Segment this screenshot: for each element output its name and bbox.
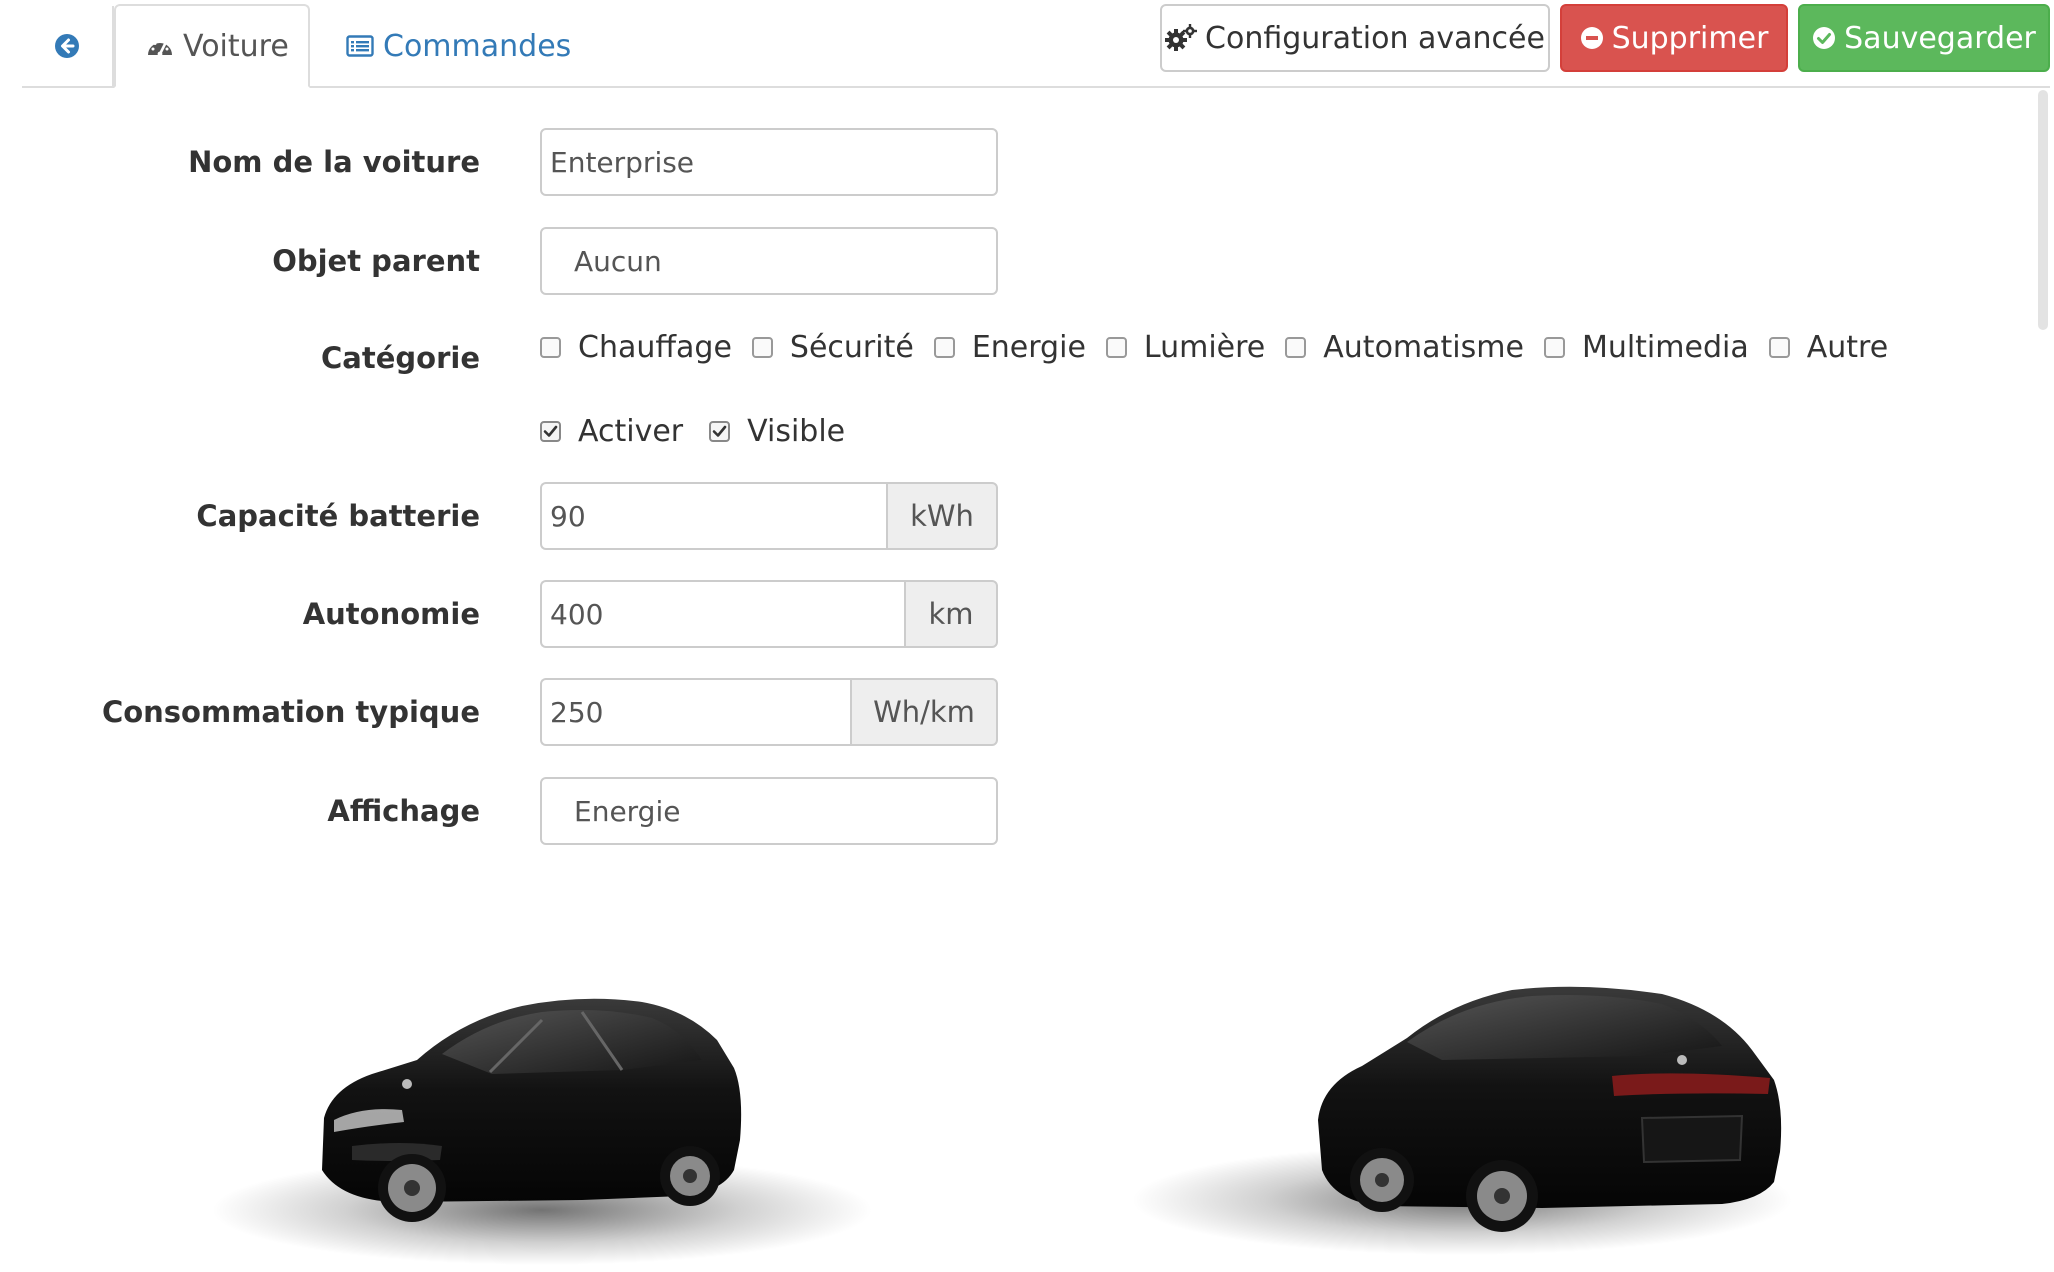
checkbox-box[interactable] bbox=[933, 337, 955, 358]
display-select[interactable]: Energie bbox=[540, 777, 998, 845]
parent-object-select[interactable]: Aucun bbox=[540, 227, 998, 295]
category-autre-checkbox[interactable]: Autre bbox=[1768, 330, 1889, 365]
tabs-underline bbox=[22, 86, 2050, 88]
category-energie-checkbox[interactable]: Energie bbox=[933, 330, 1086, 365]
consumption-label: Consommation typique bbox=[101, 695, 480, 729]
checkbox-box[interactable] bbox=[1768, 337, 1790, 358]
advanced-config-button[interactable]: Configuration avancée bbox=[1160, 4, 1550, 72]
category-chauffage-checkbox[interactable]: Chauffage bbox=[540, 330, 732, 365]
battery-label: Capacité batterie bbox=[196, 499, 480, 533]
consumption-unit-addon: Wh/km bbox=[850, 678, 998, 746]
car-name-input[interactable]: Enterprise bbox=[540, 128, 998, 196]
checkmark-icon bbox=[543, 425, 558, 437]
name-label: Nom de la voiture bbox=[188, 145, 480, 179]
check-circle-icon bbox=[1812, 26, 1836, 50]
visible-label: Visible bbox=[747, 414, 846, 449]
list-alt-icon bbox=[346, 35, 374, 57]
category-multimedia-checkbox[interactable]: Multimedia bbox=[1543, 330, 1749, 365]
battery-input-group: 90 kWh bbox=[540, 482, 998, 550]
tachometer-icon bbox=[146, 35, 174, 57]
display-label: Affichage bbox=[327, 794, 480, 828]
checkbox-box[interactable] bbox=[709, 421, 731, 442]
checkbox-box[interactable] bbox=[751, 337, 773, 358]
checkbox-box[interactable] bbox=[540, 337, 561, 358]
delete-button[interactable]: Supprimer bbox=[1560, 4, 1788, 72]
battery-unit-addon: kWh bbox=[886, 482, 998, 550]
scrollbar-thumb[interactable] bbox=[2038, 90, 2048, 330]
category-chauffage-label: Chauffage bbox=[578, 330, 732, 365]
category-options: Chauffage Sécurité Energie Lumière Autom… bbox=[540, 330, 1908, 365]
category-multimedia-label: Multimedia bbox=[1581, 330, 1749, 365]
tab-voiture[interactable]: Voiture bbox=[114, 4, 310, 88]
category-label: Catégorie bbox=[321, 341, 480, 375]
status-options: Activer Visible bbox=[540, 414, 871, 449]
checkbox-box[interactable] bbox=[1543, 337, 1565, 358]
checkbox-box[interactable] bbox=[1105, 337, 1127, 358]
consumption-input-group: 250 Wh/km bbox=[540, 678, 998, 746]
checkbox-box[interactable] bbox=[1285, 337, 1307, 358]
consumption-input[interactable]: 250 bbox=[540, 678, 850, 746]
car-images bbox=[212, 986, 1792, 1265]
battery-capacity-input[interactable]: 90 bbox=[540, 482, 886, 550]
car-rear-image bbox=[1132, 986, 1792, 1255]
range-input[interactable]: 400 bbox=[540, 580, 904, 648]
checkbox-box[interactable] bbox=[540, 421, 561, 442]
back-tab[interactable] bbox=[22, 6, 114, 86]
save-label: Sauvegarder bbox=[1844, 20, 2036, 56]
save-button[interactable]: Sauvegarder bbox=[1798, 4, 2050, 72]
circle-arrow-left-icon bbox=[55, 34, 79, 58]
car-front-image bbox=[212, 998, 872, 1265]
range-input-group: 400 km bbox=[540, 580, 998, 648]
category-securite-label: Sécurité bbox=[789, 330, 914, 365]
tab-commandes-label: Commandes bbox=[383, 28, 572, 64]
category-autre-label: Autre bbox=[1806, 330, 1889, 365]
category-lumiere-checkbox[interactable]: Lumière bbox=[1105, 330, 1266, 365]
tab-voiture-label: Voiture bbox=[183, 28, 289, 64]
category-securite-checkbox[interactable]: Sécurité bbox=[751, 330, 914, 365]
delete-label: Supprimer bbox=[1611, 20, 1769, 56]
category-energie-label: Energie bbox=[971, 330, 1086, 365]
advanced-config-label: Configuration avancée bbox=[1205, 20, 1545, 56]
range-label: Autonomie bbox=[302, 597, 480, 631]
activate-checkbox[interactable]: Activer bbox=[540, 414, 683, 449]
parent-label: Objet parent bbox=[272, 244, 480, 278]
category-automatisme-checkbox[interactable]: Automatisme bbox=[1285, 330, 1524, 365]
activate-label: Activer bbox=[578, 414, 684, 449]
category-automatisme-label: Automatisme bbox=[1323, 330, 1524, 365]
category-lumiere-label: Lumière bbox=[1143, 330, 1266, 365]
cogs-icon bbox=[1165, 24, 1198, 52]
tab-commandes[interactable]: Commandes bbox=[346, 4, 571, 88]
minus-circle-icon bbox=[1580, 26, 1604, 50]
range-unit-addon: km bbox=[904, 580, 998, 648]
visible-checkbox[interactable]: Visible bbox=[709, 414, 845, 449]
checkmark-icon bbox=[712, 425, 727, 437]
